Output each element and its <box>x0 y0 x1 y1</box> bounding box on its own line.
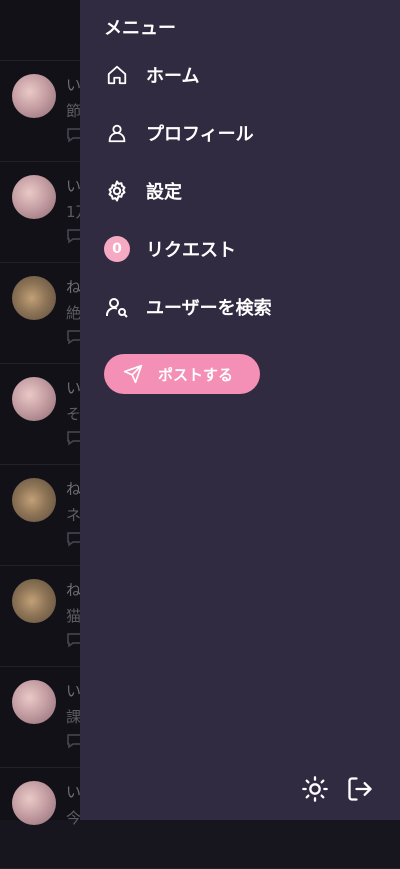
nav-item-home[interactable]: ホーム <box>104 55 384 95</box>
nav-item-user-search[interactable]: ユーザーを検索 <box>104 287 384 327</box>
nav-label: 設定 <box>146 182 182 203</box>
nav-label: プロフィール <box>146 124 254 145</box>
post-button[interactable]: ポストする <box>104 354 260 394</box>
post-text: ネ <box>66 506 82 524</box>
post-author: い <box>66 379 82 397</box>
send-icon <box>122 363 144 385</box>
gear-icon <box>104 178 130 204</box>
nav-item-profile[interactable]: プロフィール <box>104 113 384 153</box>
badge-count: 0 <box>104 236 130 262</box>
post-author: い <box>66 177 82 195</box>
post-author: ね <box>66 278 82 296</box>
avatar <box>12 579 56 623</box>
navigation-drawer: メニュー ホーム プロフィール 設定 0 リクエスト ユーザーを検索 ポストする <box>80 0 400 820</box>
avatar <box>12 74 56 118</box>
user-icon <box>104 120 130 146</box>
nav-item-settings[interactable]: 設定 <box>104 171 384 211</box>
nav-label: リクエスト <box>146 240 236 261</box>
post-author: い <box>66 76 82 94</box>
post-button-label: ポストする <box>158 365 234 384</box>
nav-label: ユーザーを検索 <box>146 298 272 319</box>
post-author: ね <box>66 480 82 498</box>
avatar <box>12 680 56 724</box>
post-text: 今 <box>66 809 82 827</box>
post-author: い <box>66 783 82 801</box>
avatar <box>12 377 56 421</box>
avatar <box>12 781 56 825</box>
nav-label: ホーム <box>146 66 200 87</box>
post-text: 課 <box>66 708 82 726</box>
avatar <box>12 175 56 219</box>
sun-icon[interactable] <box>300 774 330 804</box>
post-text: そ <box>66 405 82 423</box>
post-author: い <box>66 682 82 700</box>
avatar <box>12 478 56 522</box>
user-search-icon <box>104 294 130 320</box>
post-author: ね <box>66 581 82 599</box>
logout-icon[interactable] <box>345 774 375 804</box>
nav-item-requests[interactable]: 0 リクエスト <box>104 229 384 269</box>
request-count-badge: 0 <box>104 236 130 262</box>
drawer-title: メニュー <box>104 18 176 39</box>
home-icon <box>104 62 130 88</box>
post-text: 絶 <box>66 304 82 322</box>
avatar <box>12 276 56 320</box>
post-text: 節 <box>66 102 82 120</box>
post-text: 猫 <box>66 607 82 625</box>
